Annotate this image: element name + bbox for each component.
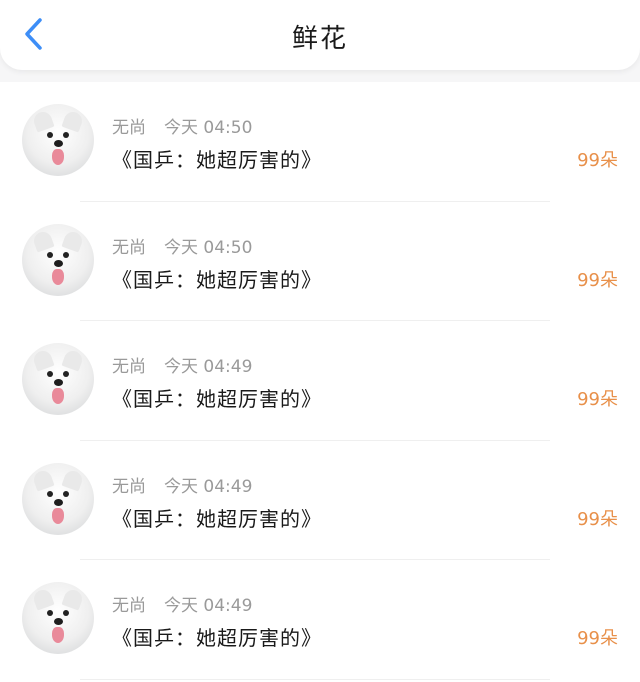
flower-count: 99朵	[577, 150, 618, 171]
top-bar: 鲜花	[0, 0, 640, 70]
avatar[interactable]	[22, 104, 94, 176]
timestamp: 今天 04:49	[164, 476, 253, 497]
item-meta: 无尚 今天 04:50	[112, 113, 252, 138]
message-text: 《国乒：她超厉害的》	[112, 148, 322, 172]
timestamp: 今天 04:49	[164, 357, 253, 377]
list-item[interactable]: 无尚 今天 04:49 《国乒：她超厉害的》 99朵	[0, 441, 640, 560]
list-item[interactable]: 无尚 今天 04:49 《国乒：她超厉害的》 99朵	[0, 321, 640, 441]
list-item[interactable]: 无尚 今天 04:49 《国乒：她超厉害的》 99朵	[0, 560, 640, 680]
timestamp: 今天 04:49	[164, 596, 253, 616]
divider	[80, 678, 550, 680]
avatar[interactable]	[22, 223, 94, 296]
flower-count: 99朵	[577, 269, 618, 291]
app-screen: 鲜花 无尚今天 04:50 《国乒：她超厉害的》 99朵 无尚今天 04:5	[0, 0, 640, 682]
message-text: 《国乒：她超厉害的》	[112, 506, 322, 531]
username: 无尚	[112, 118, 146, 138]
message-text: 《国乒：她超厉害的》	[112, 387, 322, 411]
timestamp: 今天 04:50	[164, 118, 253, 138]
flower-count: 99朵	[577, 628, 618, 649]
message-text: 《国乒：她超厉害的》	[112, 267, 322, 292]
gift-list: 无尚 今天 04:50 《国乒：她超厉害的》 99朵 无尚 今天 04:50 《国乒…	[0, 82, 640, 682]
avatar[interactable]	[22, 582, 94, 654]
item-meta: 无尚 今天 04:50	[112, 233, 252, 258]
avatar[interactable]	[22, 462, 94, 535]
username: 无尚	[112, 237, 146, 258]
username: 无尚	[112, 357, 146, 377]
flower-count: 99朵	[577, 389, 618, 410]
item-meta: 无尚 今天 04:49	[112, 352, 252, 377]
flower-count: 99朵	[577, 508, 618, 530]
list-item[interactable]: 无尚 今天 04:50 《国乒：她超厉害的》 99朵	[0, 82, 640, 202]
message-text: 《国乒：她超厉害的》	[112, 626, 322, 650]
username: 无尚	[112, 596, 146, 616]
timestamp: 今天 04:50	[164, 237, 253, 258]
list-item[interactable]: 无尚 今天 04:50 《国乒：她超厉害的》 99朵	[0, 202, 640, 321]
page-title: 鲜花	[291, 24, 348, 54]
username: 无尚	[112, 476, 146, 497]
item-meta: 无尚 今天 04:49	[112, 591, 252, 616]
avatar[interactable]	[22, 343, 94, 415]
item-meta: 无尚 今天 04:49	[112, 472, 252, 497]
